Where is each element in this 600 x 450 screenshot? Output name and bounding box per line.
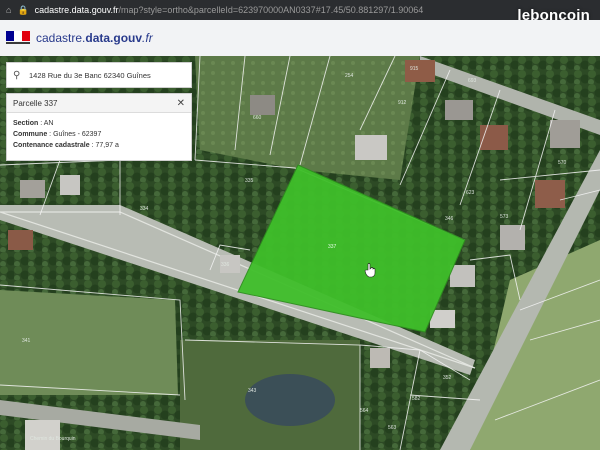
parcel-field-section: Section : AN <box>13 120 54 127</box>
pond <box>245 374 335 426</box>
flag-blue <box>6 31 14 41</box>
flag-white <box>14 31 22 41</box>
parcel-number: 343 <box>248 388 257 394</box>
parcel-number: 570 <box>558 160 567 166</box>
field-label: Commune <box>13 131 48 138</box>
parcel-number: 564 <box>360 408 369 414</box>
building <box>450 265 475 287</box>
parcel-number: 582 <box>412 396 421 402</box>
parcel-number: 352 <box>443 375 452 381</box>
parcel-number: 341 <box>22 338 31 344</box>
building <box>370 348 390 368</box>
parcel-number: 335 <box>245 178 254 184</box>
logo-caption-bar <box>6 42 30 44</box>
parcel-field-area: Contenance cadastrale : 77,97 a <box>13 142 119 149</box>
building <box>355 135 387 160</box>
building <box>550 120 580 148</box>
search-input-value: 1428 Rue du 3e Banc 62340 Guînes <box>29 70 151 80</box>
place-label: Chemin du Bourquin <box>30 436 76 442</box>
close-icon[interactable]: ✕ <box>177 98 185 109</box>
parcel-number: 623 <box>466 190 475 196</box>
parcel-field-commune: Commune : Guînes - 62397 <box>13 131 102 138</box>
url-domain: cadastre.data.gouv.fr <box>34 5 119 15</box>
flag-red <box>22 31 30 41</box>
site-name-link[interactable]: cadastre.data.gouv.fr <box>36 31 153 45</box>
url-path: /map?style=ortho&parcelleId=623970000AN0… <box>118 5 424 15</box>
parcel-number: 912 <box>398 100 407 106</box>
parcel-info-panel: Parcelle 337 ✕ Section : AN Commune : Gu… <box>6 93 192 161</box>
selected-parcel-number: 337 <box>328 244 337 250</box>
building <box>500 225 525 250</box>
site-name-prefix: cadastre. <box>36 31 86 45</box>
building <box>25 420 60 450</box>
field-value: 77,97 a <box>95 142 119 149</box>
home-icon[interactable]: ⌂ <box>6 5 11 15</box>
building <box>250 95 275 115</box>
parcel-number: 563 <box>388 425 397 431</box>
parcel-number: 346 <box>445 216 454 222</box>
parcel-number: 573 <box>500 214 509 220</box>
address-search-input[interactable]: ⚲ 1428 Rue du 3e Banc 62340 Guînes <box>6 62 192 88</box>
building <box>480 125 508 150</box>
parcel-number: 915 <box>410 66 419 72</box>
site-name-suffix: .fr <box>142 31 153 45</box>
field-label: Section <box>13 120 39 127</box>
site-name-main: data.gouv <box>85 31 143 45</box>
site-header: cadastre.data.gouv.fr <box>0 20 600 56</box>
parcel-number: 334 <box>140 206 149 212</box>
parcel-panel-header: Parcelle 337 ✕ <box>7 94 191 113</box>
building <box>8 230 33 250</box>
parcel-number: 660 <box>253 115 262 121</box>
building <box>535 180 565 208</box>
parcel-details: Section : AN Commune : Guînes - 62397 Co… <box>7 113 191 151</box>
parcel-number: 693 <box>468 78 477 84</box>
building <box>20 180 45 198</box>
building <box>445 100 473 120</box>
republique-francaise-logo[interactable] <box>6 29 30 47</box>
field-label: Contenance cadastrale <box>13 142 90 149</box>
lock-icon: 🔒 <box>17 4 29 15</box>
search-icon[interactable]: ⚲ <box>13 70 25 81</box>
browser-address-bar[interactable]: ⌂ 🔒 cadastre.data.gouv.fr /map?style=ort… <box>0 0 600 20</box>
building <box>60 175 80 195</box>
field-value: AN <box>43 120 54 127</box>
parcel-title: Parcelle 337 <box>13 98 58 108</box>
parcel-number: 254 <box>345 73 354 79</box>
field-value: Guînes - 62397 <box>53 131 102 138</box>
parcel-number: 336 <box>221 262 230 268</box>
